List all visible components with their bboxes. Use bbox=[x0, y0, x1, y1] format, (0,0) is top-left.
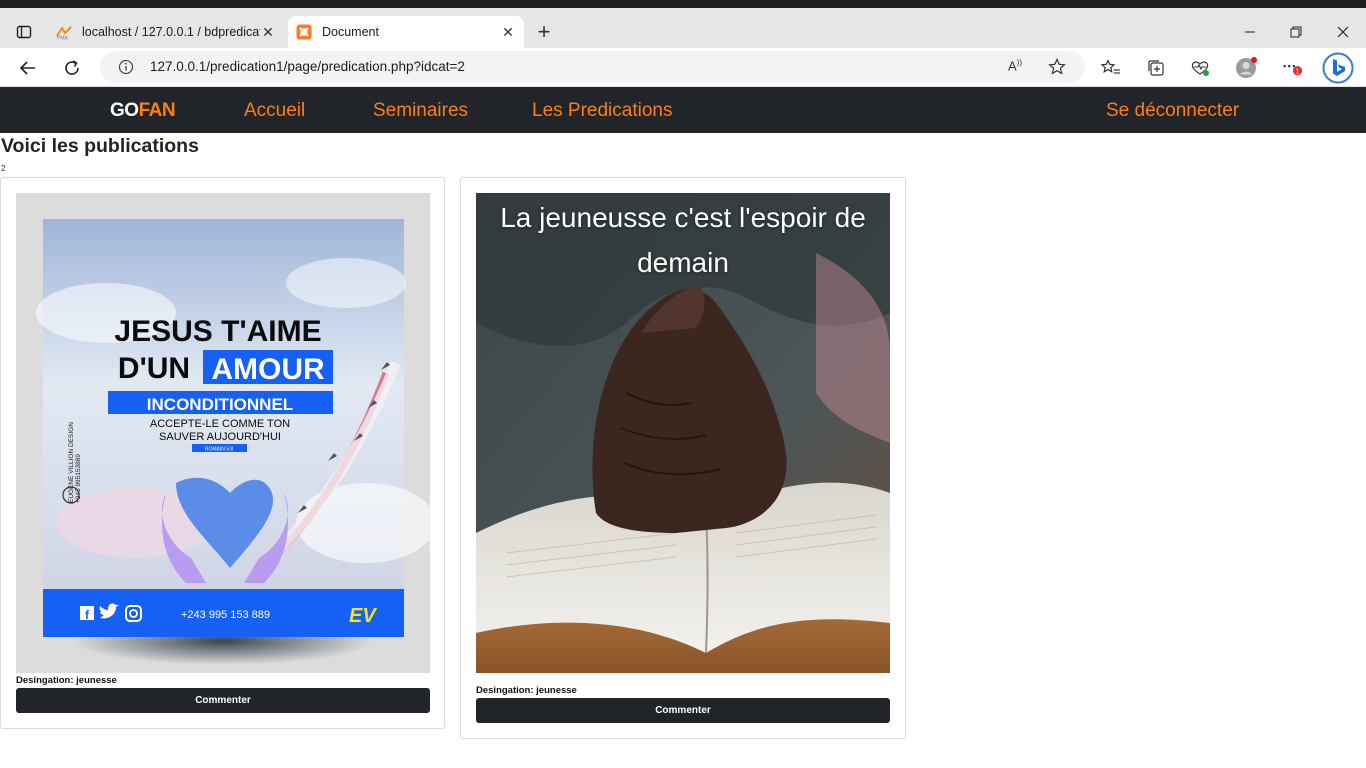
poster-line-2b: AMOUR bbox=[211, 353, 325, 386]
comment-button[interactable]: Commenter bbox=[16, 688, 430, 713]
poster-phone: +243 995 153 889 bbox=[181, 609, 270, 621]
site-info-icon[interactable] bbox=[118, 59, 134, 75]
xampp-icon bbox=[296, 24, 312, 40]
restore-icon[interactable] bbox=[1284, 21, 1308, 43]
back-arrow-icon[interactable] bbox=[16, 56, 40, 80]
close-tab-icon[interactable]: ✕ bbox=[260, 24, 276, 40]
tab-title: Document bbox=[322, 25, 379, 39]
screen-top-strip bbox=[0, 0, 1366, 8]
brand-part-go: GO bbox=[110, 100, 139, 121]
publication-count: 2 bbox=[1, 164, 6, 173]
poster-line-1: JESUS T'AIME bbox=[114, 315, 321, 348]
collections-icon[interactable] bbox=[1144, 56, 1168, 80]
site-navbar: GOFAN Accueil Seminaires Les Predication… bbox=[0, 87, 1366, 133]
brand-part-fan: FAN bbox=[138, 100, 176, 121]
logout-link[interactable]: Se déconnecter bbox=[1106, 100, 1239, 122]
tab-document[interactable]: Document ✕ bbox=[288, 16, 524, 48]
poster-line-5: SAUVER AUJOURD'HUI bbox=[159, 431, 281, 443]
poster-logo: EV bbox=[349, 605, 377, 627]
notification-badge: 1 bbox=[1296, 69, 1300, 76]
new-tab-icon[interactable]: + bbox=[533, 19, 555, 44]
facebook-icon: f bbox=[80, 606, 94, 622]
favorite-star-icon[interactable] bbox=[1048, 58, 1068, 76]
performance-icon[interactable] bbox=[1188, 56, 1212, 80]
poster-verse: ROMAIN 5:8 bbox=[205, 447, 234, 453]
overlay-line-2: demain bbox=[637, 247, 729, 278]
svg-text:PMA: PMA bbox=[57, 36, 69, 41]
publication-image-poster[interactable]: JESUS T'AIME D'UN AMOUR INCONDITIONNEL A… bbox=[16, 193, 430, 673]
page-title: Voici les publications bbox=[1, 135, 199, 157]
profile-avatar-icon[interactable] bbox=[1234, 56, 1258, 80]
comment-button[interactable]: Commenter bbox=[476, 698, 890, 723]
bing-copilot-icon[interactable] bbox=[1322, 52, 1354, 84]
refresh-icon[interactable] bbox=[60, 56, 84, 80]
tab-bar: PMA localhost / 127.0.0.1 / bdpredicatio… bbox=[0, 8, 1366, 48]
nav-link-seminaires[interactable]: Seminaires bbox=[373, 100, 468, 122]
tab-title: localhost / 127.0.0.1 / bdpredication bbox=[82, 25, 260, 39]
url-field[interactable]: 127.0.0.1/predication1/page/predication.… bbox=[100, 51, 1085, 83]
address-bar: 127.0.0.1/predication1/page/predication.… bbox=[0, 48, 1366, 87]
overlay-line-1: La jeuneusse c'est l'espoir de bbox=[500, 202, 866, 233]
nav-link-accueil[interactable]: Accueil bbox=[244, 100, 305, 122]
phpmyadmin-icon: PMA bbox=[56, 24, 72, 42]
close-tab-icon[interactable]: ✕ bbox=[500, 24, 516, 40]
settings-more-icon[interactable]: 1 bbox=[1280, 56, 1304, 80]
close-window-icon[interactable] bbox=[1331, 21, 1355, 43]
url-text: 127.0.0.1/predication1/page/predication.… bbox=[150, 59, 465, 74]
minimize-icon[interactable] bbox=[1238, 21, 1262, 43]
poster-line-3: INCONDITIONNEL bbox=[147, 395, 293, 414]
poster-side-text-1: EUGENE VILLION DESIGN bbox=[68, 422, 75, 503]
designation-label: Desingation: jeunesse bbox=[16, 675, 117, 686]
tab-phpmyadmin[interactable]: PMA localhost / 127.0.0.1 / bdpredicatio… bbox=[48, 16, 284, 48]
poster-line-4: ACCEPTE-LE COMME TON bbox=[150, 418, 290, 430]
brand-logo[interactable]: GOFAN bbox=[110, 100, 176, 122]
publication-card: JESUS T'AIME D'UN AMOUR INCONDITIONNEL A… bbox=[0, 177, 445, 729]
tab-actions-icon[interactable] bbox=[12, 21, 36, 43]
designation-label: Desingation: jeunesse bbox=[476, 685, 577, 696]
poster-line-2a: D'UN bbox=[118, 352, 190, 385]
nav-link-predications[interactable]: Les Predications bbox=[532, 100, 672, 122]
favorites-list-icon[interactable] bbox=[1099, 56, 1123, 80]
read-aloud-icon[interactable]: A)) bbox=[1008, 58, 1028, 76]
publication-image-praying-hands[interactable]: La jeuneusse c'est l'espoir de demain bbox=[476, 193, 890, 673]
publication-card: La jeuneusse c'est l'espoir de demain De… bbox=[460, 177, 906, 739]
